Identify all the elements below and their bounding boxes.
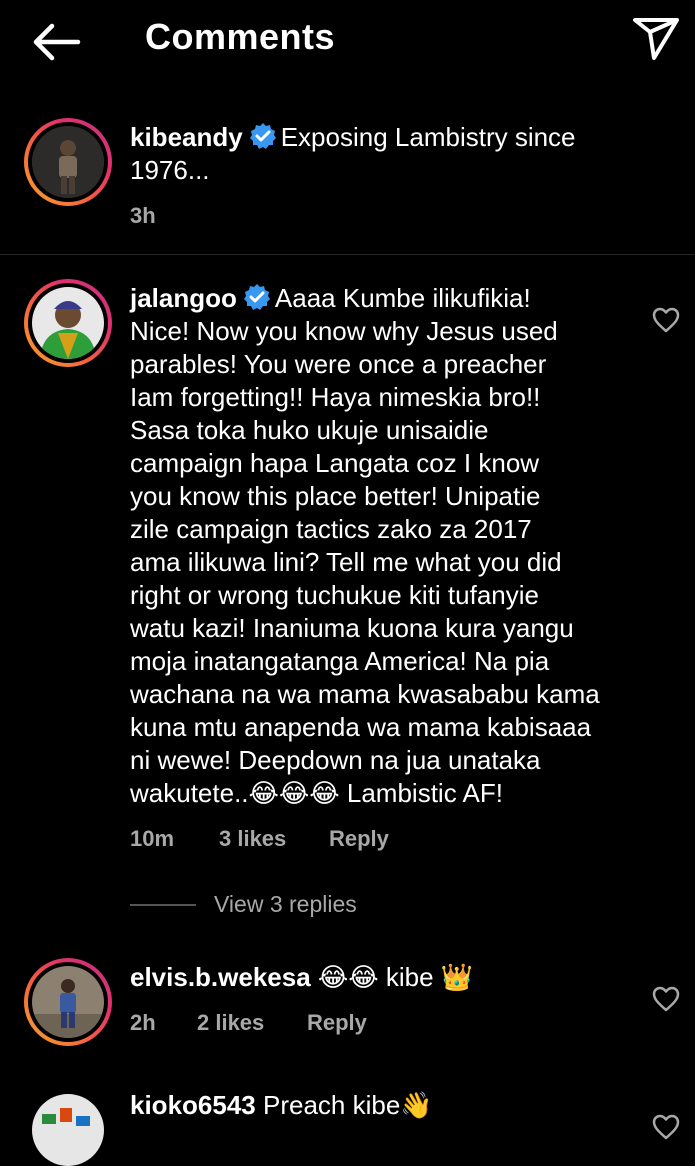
comment-line: kuna mtu anapenda wa mama kabisaaa — [130, 712, 592, 742]
comment-avatar[interactable] — [32, 1094, 104, 1166]
comment-line: Iam forgetting!! Haya nimeskia bro!! — [130, 382, 541, 412]
like-button[interactable] — [652, 307, 680, 333]
comment-body: 😂😂 kibe 👑 — [317, 962, 474, 992]
comment-avatar[interactable] — [24, 279, 112, 367]
avatar-photo — [32, 966, 104, 1038]
comment-time: 10m — [130, 826, 175, 851]
comment-text: elvis.b.wekesa 😂😂 kibe 👑 — [130, 961, 630, 994]
comment-body: Preach kibe👋 — [262, 1090, 433, 1120]
comment-line: parables! You were once a preacher — [130, 349, 547, 379]
comment-line: Aaaa Kumbe ilikufikia! — [274, 283, 531, 313]
comment-time: 2h — [130, 1010, 156, 1035]
avatar-photo — [32, 287, 104, 359]
comment-line: Nice! Now you know why Jesus used — [130, 316, 558, 346]
heart-icon — [652, 307, 680, 333]
comment-line: campaign hapa Langata coz I know — [130, 448, 540, 478]
comment-line: ni wewe! Deepdown na jua unataka — [130, 745, 541, 775]
comment-line: wachana na wa mama kwasababu kama — [130, 679, 600, 709]
caption-text: kibeandy Exposing Lambistry since 1976... — [130, 121, 650, 187]
replies-divider-line — [130, 904, 196, 906]
comment-line: Sasa toka huko ukuje unisaidie — [130, 415, 489, 445]
likes-count[interactable]: 3 likes — [219, 826, 286, 852]
comment-text: jalangoo Aaaa Kumbe ilikufikia! Nice! Now… — [130, 282, 630, 810]
comment-username[interactable]: jalangoo — [130, 283, 237, 313]
reply-button[interactable]: Reply — [329, 826, 389, 852]
comment-line: moja inatangatanga America! Na pia — [130, 646, 550, 676]
comment-username[interactable]: kioko6543 — [130, 1090, 256, 1120]
avatar-photo — [32, 126, 104, 198]
caption-divider — [0, 254, 695, 255]
comment-line: zile campaign tactics zako za 2017 — [130, 514, 532, 544]
send-icon — [633, 18, 679, 60]
like-button[interactable] — [652, 1114, 680, 1140]
arrow-left-icon — [33, 23, 81, 61]
comment-username[interactable]: elvis.b.wekesa — [130, 962, 311, 992]
share-button[interactable] — [630, 14, 682, 62]
comment-line: watu kazi! Inaniuma kuona kura yangu — [130, 613, 574, 643]
back-button[interactable] — [30, 20, 82, 64]
comment-avatar[interactable] — [24, 958, 112, 1046]
caption-avatar[interactable] — [24, 118, 112, 206]
caption-time: 3h — [130, 203, 156, 228]
heart-icon — [652, 986, 680, 1012]
verified-badge-icon — [243, 284, 270, 310]
comment-line: wakutete..😂😂😂 Lambistic AF! — [130, 778, 503, 808]
top-bar: Comments — [0, 0, 695, 82]
view-replies-button[interactable]: View 3 replies — [214, 891, 357, 918]
reply-button[interactable]: Reply — [307, 1010, 367, 1036]
like-button[interactable] — [652, 986, 680, 1012]
comment-line: right or wrong tuchukue kiti tufanyie — [130, 580, 539, 610]
comment-text: kioko6543 Preach kibe👋 — [130, 1089, 630, 1122]
verified-badge-icon — [249, 123, 276, 149]
likes-count[interactable]: 2 likes — [197, 1010, 264, 1036]
caption-username[interactable]: kibeandy — [130, 122, 243, 152]
comment-line: ama ilikuwa lini? Tell me what you did — [130, 547, 562, 577]
page-title: Comments — [145, 16, 336, 57]
comment-line: you know this place better! Unipatie — [130, 481, 541, 511]
avatar-photo — [32, 1094, 104, 1166]
heart-icon — [652, 1114, 680, 1140]
